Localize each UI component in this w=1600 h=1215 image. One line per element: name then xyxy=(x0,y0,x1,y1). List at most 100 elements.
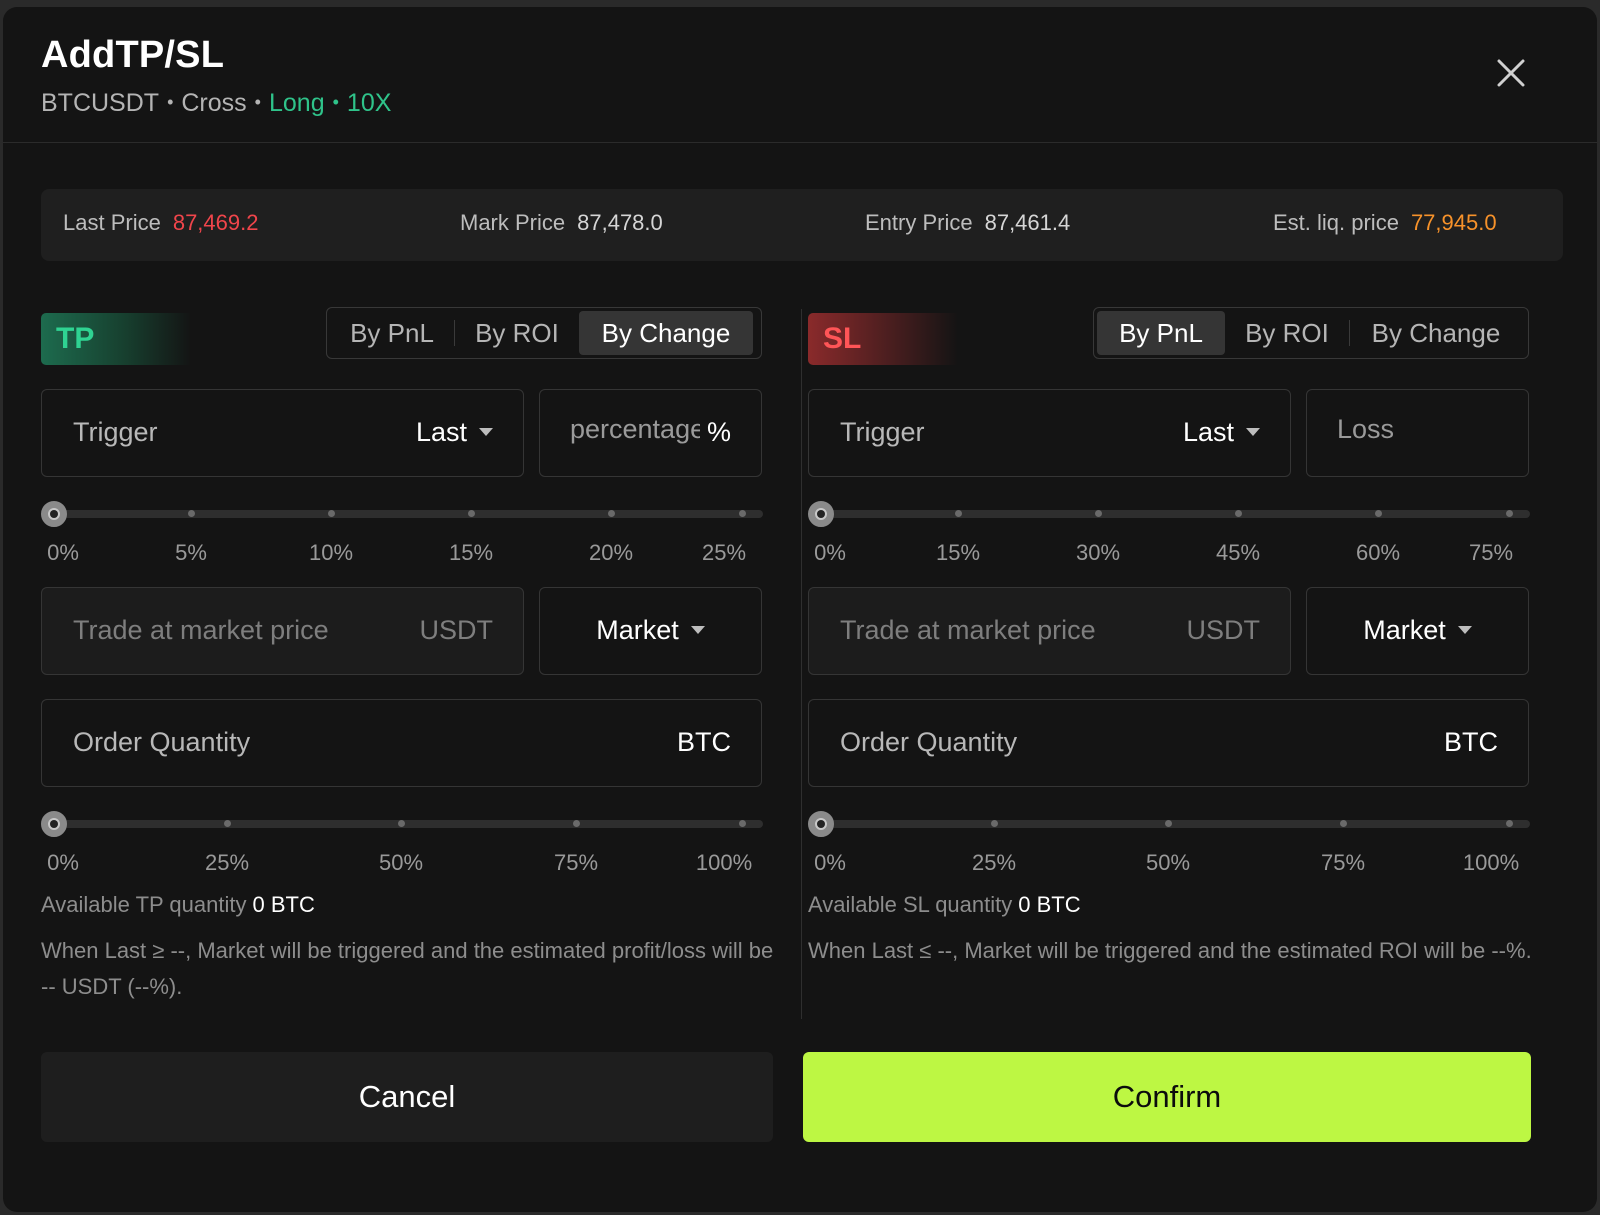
tp-trigger-slider[interactable]: 0% 5% 10% 15% 20% 25% xyxy=(41,500,777,565)
slider-label: 75% xyxy=(553,850,599,875)
liq-price-value: 77,945.0 xyxy=(1410,210,1497,235)
slider-thumb[interactable] xyxy=(808,811,834,837)
sl-price-unit: USDT xyxy=(1186,615,1261,645)
liq-price: Est. liq. price 77,945.0 xyxy=(1273,210,1497,236)
slider-track[interactable] xyxy=(51,510,763,518)
entry-price-value: 87,461.4 xyxy=(984,210,1071,235)
sl-qty-unit: BTC xyxy=(1444,727,1498,757)
sl-trigger-select[interactable]: Trigger Last xyxy=(808,389,1291,477)
slider-tick xyxy=(955,510,962,517)
tp-price-placeholder: Trade at market price xyxy=(73,615,329,645)
slider-track[interactable] xyxy=(818,510,1530,518)
sl-trigger-value: Last xyxy=(1183,417,1260,448)
cancel-button[interactable]: Cancel xyxy=(41,1052,773,1142)
sl-order-quantity-field[interactable]: Order Quantity BTC xyxy=(808,699,1529,787)
slider-label: 60% xyxy=(1355,540,1401,565)
modal-header: AddTP/SL BTCUSDT • Cross • Long • 10X xyxy=(3,7,1597,143)
slider-label: 15% xyxy=(448,540,494,565)
sl-trigger-current: Last xyxy=(1182,417,1234,447)
slider-label: 0% xyxy=(814,540,846,565)
tp-badge: TP xyxy=(41,313,191,365)
sl-tab-by-pnl[interactable]: By PnL xyxy=(1097,311,1225,355)
slider-label: 20% xyxy=(588,540,634,565)
slider-tick xyxy=(328,510,335,517)
tp-available-quantity: Available TP quantity 0 BTC xyxy=(41,892,315,918)
sl-quantity-slider[interactable]: 0% 25% 50% 75% 100% xyxy=(808,810,1544,875)
panel-divider xyxy=(801,309,802,1019)
add-tpsl-modal: AddTP/SL BTCUSDT • Cross • Long • 10X Last Pri… xyxy=(3,7,1597,1212)
tp-tab-by-roi[interactable]: By ROI xyxy=(455,311,579,355)
slider-thumb[interactable] xyxy=(808,501,834,527)
tp-tab-by-pnl[interactable]: By PnL xyxy=(330,311,454,355)
tp-order-type-value: Market xyxy=(596,615,705,645)
tp-price-unit: USDT xyxy=(419,615,494,645)
sl-loss-input[interactable] xyxy=(1306,389,1529,477)
caret-down-icon xyxy=(690,626,705,634)
confirm-button[interactable]: Confirm xyxy=(803,1052,1531,1142)
slider-tick xyxy=(573,820,580,827)
tp-tab-by-change[interactable]: By Change xyxy=(579,311,753,355)
tp-qty-label: Order Quantity xyxy=(73,727,251,757)
caret-down-icon xyxy=(1246,428,1260,436)
mark-price-value: 87,478.0 xyxy=(577,210,663,235)
tp-percent-suffix: % xyxy=(706,417,731,447)
caret-down-icon xyxy=(479,428,493,436)
sl-price-placeholder: Trade at market price xyxy=(840,615,1096,645)
tp-panel: TP By PnL By ROI By Change Trigger Last … xyxy=(41,307,777,1007)
separator: • xyxy=(254,92,261,112)
tp-avail-value: 0 BTC xyxy=(252,892,315,917)
sl-avail-value: 0 BTC xyxy=(1018,892,1081,917)
slider-tick xyxy=(991,820,998,827)
slider-label: 5% xyxy=(175,540,207,565)
slider-label: 25% xyxy=(701,540,747,565)
sl-tab-by-roi[interactable]: By ROI xyxy=(1225,311,1349,355)
caret-down-icon xyxy=(1457,626,1472,634)
tp-trigger-label: Trigger xyxy=(73,417,158,447)
sl-qty-label: Order Quantity xyxy=(840,727,1018,757)
last-price-label: Last Price xyxy=(63,210,161,235)
leverage: 10X xyxy=(346,89,392,117)
tp-trigger-select[interactable]: Trigger Last xyxy=(41,389,524,477)
sl-order-type-select[interactable]: Market xyxy=(1306,587,1529,675)
sl-order-price-field[interactable]: Trade at market price USDT xyxy=(808,587,1291,675)
sl-order-type-current: Market xyxy=(1363,615,1446,645)
sl-trigger-slider[interactable]: 0% 15% 30% 45% 60% 75% xyxy=(808,500,1544,565)
tp-order-quantity-field[interactable]: Order Quantity BTC xyxy=(41,699,762,787)
slider-thumb[interactable] xyxy=(41,501,67,527)
tp-order-type-select[interactable]: Market xyxy=(539,587,762,675)
sl-trigger-note: When Last ≤ --, Market will be triggered… xyxy=(808,938,1532,963)
tp-percentage-input[interactable]: % xyxy=(539,389,762,477)
tp-percentage-field[interactable] xyxy=(570,414,700,445)
position-info: BTCUSDT • Cross • Long • 10X xyxy=(41,89,391,118)
close-icon[interactable] xyxy=(1491,53,1531,93)
slider-label: 10% xyxy=(308,540,354,565)
tp-qty-unit: BTC xyxy=(677,727,731,757)
modal-title: AddTP/SL xyxy=(41,34,225,76)
sl-avail-label: Available SL quantity xyxy=(808,892,1013,917)
slider-tick xyxy=(1375,510,1382,517)
slider-label: 75% xyxy=(1468,540,1514,565)
slider-tick xyxy=(468,510,475,517)
tp-order-price-field[interactable]: Trade at market price USDT xyxy=(41,587,524,675)
price-bar: Last Price 87,469.2 Mark Price 87,478.0 En… xyxy=(41,189,1563,261)
sl-tab-by-change[interactable]: By Change xyxy=(1350,311,1522,355)
slider-track[interactable] xyxy=(818,820,1530,828)
slider-label: 75% xyxy=(1320,850,1366,875)
slider-tick xyxy=(1340,820,1347,827)
slider-label: 100% xyxy=(695,850,753,875)
sl-trigger-label: Trigger xyxy=(840,417,925,447)
tp-avail-label: Available TP quantity xyxy=(41,892,247,917)
slider-label: 25% xyxy=(204,850,250,875)
tp-trigger-current: Last xyxy=(415,417,467,447)
slider-label: 45% xyxy=(1215,540,1261,565)
slider-tick xyxy=(1095,510,1102,517)
slider-tick xyxy=(398,820,405,827)
sl-loss-field[interactable] xyxy=(1337,414,1467,445)
slider-thumb[interactable] xyxy=(41,811,67,837)
sl-available-quantity: Available SL quantity 0 BTC xyxy=(808,892,1081,918)
tp-quantity-slider[interactable]: 0% 25% 50% 75% 100% xyxy=(41,810,777,875)
slider-tick xyxy=(1506,510,1513,517)
slider-track[interactable] xyxy=(51,820,763,828)
slider-tick xyxy=(739,510,746,517)
slider-tick xyxy=(188,510,195,517)
